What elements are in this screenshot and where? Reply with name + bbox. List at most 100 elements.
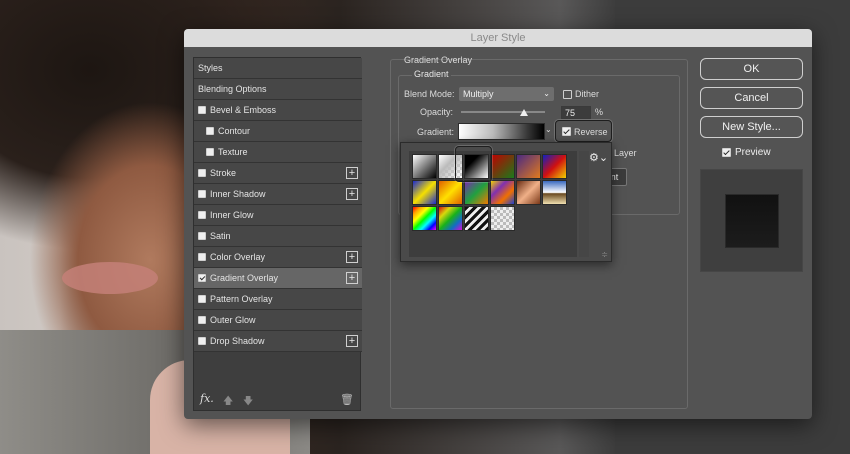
gradient-picker-popup: ⚙⌄ ≑ [400, 142, 612, 262]
style-item-label: Blending Options [198, 84, 267, 94]
gradient-preset-violet-orange[interactable] [516, 154, 541, 179]
gradient-preset-violet-green-orange[interactable] [464, 180, 489, 205]
resize-handle-icon[interactable]: ≑ [601, 250, 608, 259]
gradient-group-title: Gradient [412, 69, 451, 79]
style-item-label: Gradient Overlay [210, 273, 279, 283]
style-checkbox[interactable] [198, 190, 206, 198]
opacity-label: Opacity: [420, 107, 454, 117]
add-style-plus-icon[interactable]: + [346, 335, 358, 347]
style-item-label: Drop Shadow [210, 336, 265, 346]
style-item-label: Outer Glow [210, 315, 256, 325]
style-item-label: Satin [210, 231, 231, 241]
style-item-label: Bevel & Emboss [210, 105, 277, 115]
style-checkbox[interactable] [198, 106, 206, 114]
gradient-preset-chrome[interactable] [542, 180, 567, 205]
style-checkbox[interactable] [198, 316, 206, 324]
gradient-preset-orange-yellow-orange[interactable] [438, 180, 463, 205]
styles-footer: fx. 🡅 🡇 🗑 [194, 388, 360, 410]
add-style-plus-icon[interactable]: + [346, 188, 358, 200]
styles-item-contour[interactable]: Contour [194, 121, 362, 142]
styles-header[interactable]: Styles [194, 58, 362, 79]
gradient-preset-blue-yellow-blue[interactable] [412, 180, 437, 205]
preview-checkbox[interactable] [722, 148, 731, 157]
gradient-preset-spectrum[interactable] [412, 206, 437, 231]
styles-item-color-overlay[interactable]: Color Overlay + [194, 247, 362, 268]
reverse-label: Reverse [574, 127, 608, 137]
preview-thumbnail [726, 195, 778, 247]
ok-button[interactable]: OK [700, 58, 803, 80]
styles-item-gradient-overlay[interactable]: Gradient Overlay + [194, 268, 362, 289]
dither-label: Dither [575, 89, 600, 99]
opacity-slider[interactable] [461, 111, 545, 113]
gradient-dropdown-icon[interactable]: ⌄ [545, 125, 552, 134]
style-item-label: Inner Glow [210, 210, 254, 220]
blend-mode-select[interactable]: Multiply ⌄ [459, 87, 554, 101]
gradient-label: Gradient: [417, 127, 455, 137]
style-checkbox[interactable] [198, 253, 206, 261]
align-with-layer-partial: Layer [614, 148, 637, 158]
styles-header-label: Styles [198, 63, 223, 73]
fx-suffix: . [210, 392, 214, 405]
style-checkbox[interactable] [198, 295, 206, 303]
gradient-preset-transparent[interactable] [490, 206, 515, 231]
fx-menu-icon[interactable]: fx. [200, 392, 214, 405]
style-item-label: Pattern Overlay [210, 294, 273, 304]
opacity-unit: % [595, 107, 604, 117]
gradient-preset-yellow-violet-orange-blue[interactable] [490, 180, 515, 205]
new-style-button[interactable]: New Style... [700, 116, 803, 138]
chevron-down-icon: ⌄ [543, 89, 550, 98]
trash-icon[interactable]: 🗑 [340, 393, 354, 406]
gradient-preset-white-to-black[interactable] [412, 154, 437, 179]
gradient-preset-grid [409, 151, 577, 257]
gear-icon[interactable]: ⚙⌄ [589, 151, 608, 164]
gradient-preset-copper[interactable] [516, 180, 541, 205]
gradient-preset-transparent-rainbow[interactable] [438, 206, 463, 231]
style-checkbox[interactable] [198, 337, 206, 345]
add-style-plus-icon[interactable]: + [346, 251, 358, 263]
move-down-icon[interactable]: 🡇 [243, 394, 253, 411]
styles-item-stroke[interactable]: Stroke + [194, 163, 362, 184]
gradient-overlay-title: Gradient Overlay [404, 55, 473, 65]
opacity-input[interactable]: 75 [561, 106, 591, 119]
cancel-button[interactable]: Cancel [700, 87, 803, 109]
gradient-preset-blue-red-yellow[interactable] [542, 154, 567, 179]
styles-item-pattern-overlay[interactable]: Pattern Overlay [194, 289, 362, 310]
blend-mode-value: Multiply [463, 89, 494, 99]
style-item-label: Stroke [210, 168, 237, 178]
style-item-label: Inner Shadow [210, 189, 266, 199]
preview-box [700, 169, 803, 272]
dither-checkbox[interactable] [563, 90, 572, 99]
add-style-plus-icon[interactable]: + [346, 167, 358, 179]
opacity-slider-thumb[interactable] [520, 109, 528, 116]
styles-item-texture[interactable]: Texture [194, 142, 362, 163]
style-item-label: Contour [218, 126, 251, 136]
preview-label: Preview [735, 147, 771, 158]
dialog-title: Layer Style [184, 29, 812, 47]
styles-item-outer-glow[interactable]: Outer Glow [194, 310, 362, 331]
picker-scrollbar[interactable] [579, 151, 589, 257]
layer-style-dialog: Layer Style Styles Blending Options Bevel… [184, 29, 812, 419]
gradient-preset-red-green[interactable] [490, 154, 515, 179]
reverse-checkbox[interactable] [562, 127, 571, 136]
style-checkbox[interactable] [198, 169, 206, 177]
style-checkbox[interactable] [206, 127, 214, 135]
styles-list: Styles Blending Options Bevel & Emboss Con… [194, 58, 362, 352]
styles-item-bevel-emboss[interactable]: Bevel & Emboss [194, 100, 362, 121]
style-item-label: Color Overlay [210, 252, 266, 262]
photo-lips [62, 262, 158, 294]
move-up-icon[interactable]: 🡅 [223, 394, 233, 411]
style-checkbox[interactable] [206, 148, 214, 156]
style-checkbox[interactable] [198, 211, 206, 219]
styles-panel: Styles Blending Options Bevel & Emboss Con… [193, 57, 362, 411]
style-item-label: Texture [218, 147, 248, 157]
add-style-plus-icon[interactable]: + [346, 272, 358, 284]
gradient-swatch[interactable] [458, 123, 545, 140]
style-checkbox[interactable] [198, 274, 206, 282]
styles-item-blending-options[interactable]: Blending Options [194, 79, 362, 100]
style-checkbox[interactable] [198, 232, 206, 240]
styles-item-inner-shadow[interactable]: Inner Shadow + [194, 184, 362, 205]
styles-item-satin[interactable]: Satin [194, 226, 362, 247]
styles-item-drop-shadow[interactable]: Drop Shadow + [194, 331, 362, 352]
styles-item-inner-glow[interactable]: Inner Glow [194, 205, 362, 226]
gradient-preset-transparent-stripes[interactable] [464, 206, 489, 231]
